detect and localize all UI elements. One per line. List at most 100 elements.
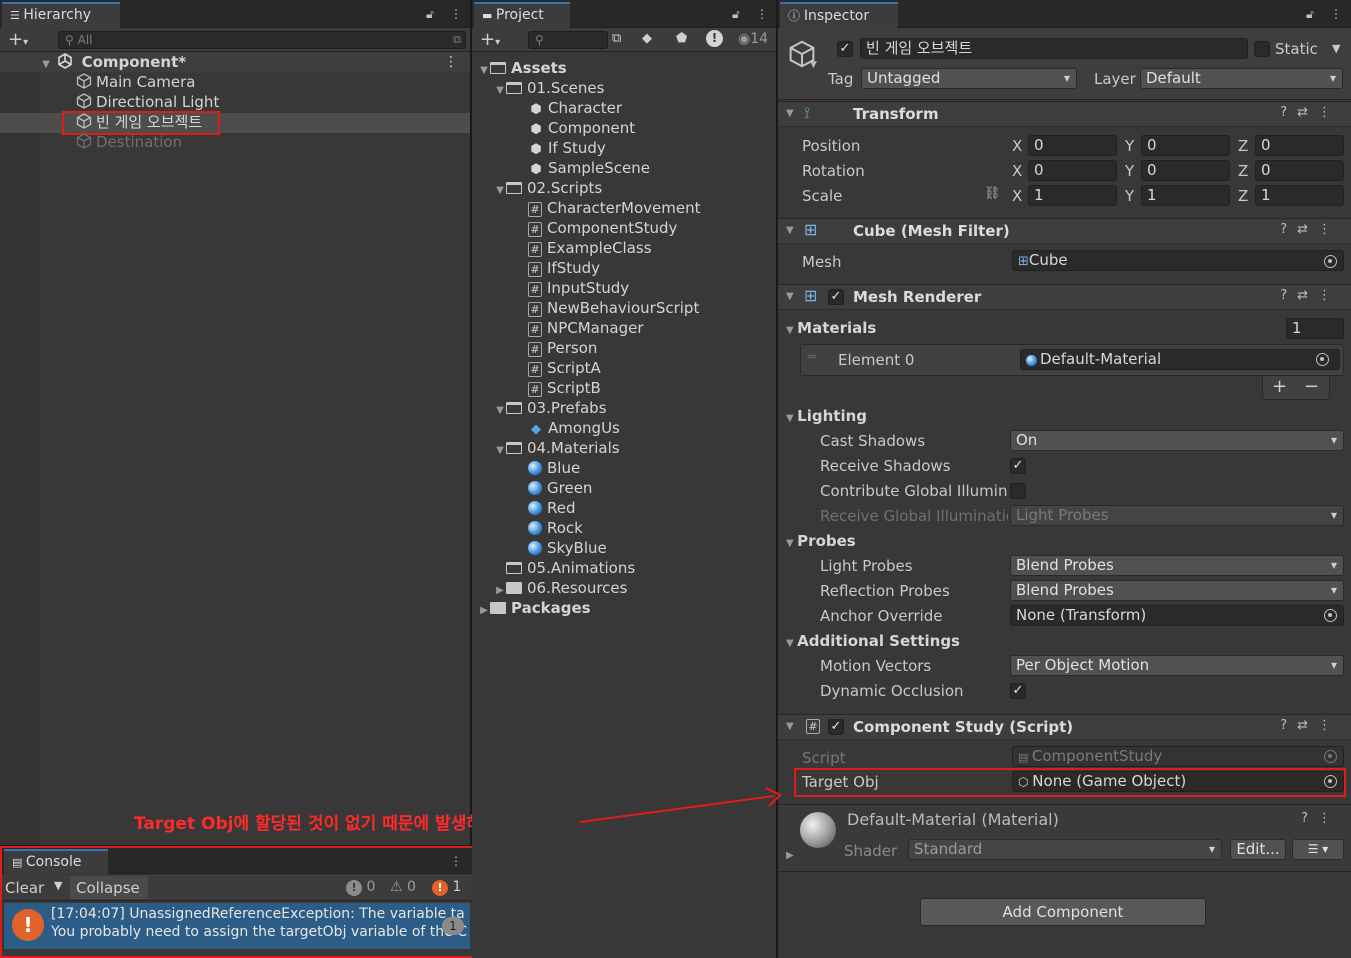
rotation-z-field[interactable]: 0 [1255,160,1344,181]
tab-inspector[interactable]: ⓘ Inspector [780,2,898,28]
folder-animations[interactable]: 05.Animations [494,558,635,578]
project-lock-icon[interactable]: 🔓︎ [732,7,740,22]
label-icon[interactable]: ⬟ [676,31,687,46]
mesh-object-field[interactable]: ⊞Cube [1012,250,1344,271]
expand-arrow-icon[interactable]: ▼ [40,55,52,75]
hierarchy-scene-row[interactable]: ▼ Component* ⋮ [0,52,470,72]
folder-materials[interactable]: ▼ 04.Materials [494,438,619,461]
search-filter-icon[interactable]: ⧉ [453,32,461,48]
project-search-input[interactable]: ⚲ [528,31,608,49]
expand-arrow-icon[interactable]: ▼ [494,181,506,201]
object-picker-icon[interactable] [1316,353,1329,366]
lighting-foldout[interactable]: ▼ Lighting [786,406,867,429]
active-checkbox[interactable]: ✓ [837,41,853,57]
project-more-icon[interactable]: ⋮ [756,7,768,21]
component-header-icons[interactable]: ?⇄⋮ [1280,718,1341,733]
foldout-arrow-icon[interactable]: ▼ [786,225,794,236]
transform-header[interactable]: ▼ ⟟ Transform ?⇄⋮ [778,101,1351,127]
script-item[interactable]: # CharacterMovement [528,198,701,218]
component-header-icons[interactable]: ?⇄⋮ [1280,222,1341,237]
additional-settings-foldout[interactable]: ▼ Additional Settings [786,631,960,654]
warnings-icon[interactable]: ! [706,30,723,47]
expand-arrow-icon[interactable]: ▼ [494,401,506,421]
motion-vectors-dropdown[interactable]: Per Object Motion [1010,655,1344,676]
hierarchy-search-input[interactable]: ⚲ All ⧉ [58,31,466,49]
material-item[interactable]: Blue [528,458,580,478]
scene-character[interactable]: ⬢ Character [528,98,622,118]
foldout-arrow-icon[interactable]: ▼ [786,721,794,732]
position-z-field[interactable]: 0 [1255,135,1344,156]
position-x-field[interactable]: 0 [1028,135,1117,156]
tag-dropdown[interactable]: Untagged [861,68,1077,89]
hierarchy-item-destination[interactable]: Destination [76,132,182,152]
script-item[interactable]: # InputStudy [528,278,629,298]
folder-assets[interactable]: ▼ Assets [478,58,567,78]
inspector-lock-icon[interactable]: 🔓︎ [1306,7,1314,22]
add-icon[interactable]: +▾ [8,29,28,50]
component-study-header[interactable]: ▼ # ✓ Component Study (Script) ?⇄⋮ [778,714,1351,740]
script-item[interactable]: # ScriptA [528,358,601,378]
static-checkbox[interactable] [1254,41,1270,57]
foldout-arrow-icon[interactable]: ▼ [786,291,794,302]
reflection-probes-dropdown[interactable]: Blend Probes [1010,580,1344,601]
shader-list-button[interactable]: ☰ ▾ [1292,839,1344,860]
layer-dropdown[interactable]: Default [1140,68,1343,89]
material-header-icons[interactable]: ?⋮ [1301,811,1341,826]
expand-arrow-icon[interactable]: ▼ [494,441,506,461]
material-item[interactable]: Green [528,478,592,498]
list-remove-button[interactable]: − [1304,376,1319,397]
materials-foldout[interactable]: ▼ Materials [786,318,876,341]
object-name-input[interactable]: 빈 게임 오브젝트 [860,38,1248,59]
material-foldout-icon[interactable]: ▶ [786,850,794,861]
scale-z-field[interactable]: 1 [1255,185,1344,206]
mesh-renderer-enabled-checkbox[interactable]: ✓ [828,289,844,305]
script-item[interactable]: # NewBehaviourScript [528,298,699,318]
filter-icon[interactable]: ◆ [642,31,652,46]
object-picker-icon[interactable] [1324,609,1337,622]
scene-component[interactable]: ⬢ Component [528,118,635,138]
element0-object-field[interactable]: Default-Material [1020,349,1340,370]
position-y-field[interactable]: 0 [1141,135,1230,156]
prefab-amongus[interactable]: ◆ AmongUs [528,418,620,438]
light-probes-dropdown[interactable]: Blend Probes [1010,555,1344,576]
scene-if-study[interactable]: ⬢ If Study [528,138,605,158]
dynamic-occlusion-checkbox[interactable]: ✓ [1010,683,1026,699]
more-menu-icon[interactable]: ⋮ [450,7,462,21]
constrain-proportions-icon[interactable]: ⛓ [984,186,1001,201]
expand-arrow-icon[interactable]: ▼ [478,61,490,81]
folder-scenes[interactable]: ▼ 01.Scenes [494,78,604,98]
folder-resources[interactable]: ▶ 06.Resources [494,578,627,598]
list-add-button[interactable]: + [1272,376,1287,397]
rotation-y-field[interactable]: 0 [1141,160,1230,181]
tab-project[interactable]: ▬ Project [474,2,570,28]
inspector-more-icon[interactable]: ⋮ [1330,7,1342,21]
probes-foldout[interactable]: ▼ Probes [786,531,856,554]
material-item[interactable]: Rock [528,518,583,538]
foldout-arrow-icon[interactable]: ▼ [786,108,794,119]
hidden-packages-toggle[interactable]: ◉14 [738,31,768,47]
scene-menu-icon[interactable]: ⋮ [444,52,458,72]
mesh-filter-header[interactable]: ▼ ⊞ Cube (Mesh Filter) ?⇄⋮ [778,218,1351,244]
scene-samplescene[interactable]: ⬢ SampleScene [528,158,650,178]
rotation-x-field[interactable]: 0 [1028,160,1117,181]
object-picker-icon[interactable] [1324,255,1337,268]
collapse-arrow-icon[interactable]: ▶ [478,601,490,621]
hierarchy-item-directional-light[interactable]: Directional Light [76,92,219,112]
shader-edit-button[interactable]: Edit... [1230,839,1286,860]
drag-handle-icon[interactable]: ═ [808,350,816,365]
script-item[interactable]: # IfStudy [528,258,600,278]
tab-hierarchy[interactable]: ☰ Hierarchy [2,2,120,28]
script-item[interactable]: # ScriptB [528,378,601,398]
script-item[interactable]: # Person [528,338,597,358]
script-enabled-checkbox[interactable]: ✓ [828,719,844,735]
material-item[interactable]: Red [528,498,576,518]
search-by-type-icon[interactable]: ⧉ [612,31,621,46]
script-item[interactable]: # NPCManager [528,318,644,338]
lock-icon[interactable]: 🔓︎ [426,7,434,22]
component-header-icons[interactable]: ?⇄⋮ [1280,105,1341,120]
icon-dropdown-arrow[interactable]: ▼ [810,60,817,70]
shader-dropdown[interactable]: Standard [908,839,1222,860]
script-item[interactable]: # ComponentStudy [528,218,677,238]
receive-shadows-checkbox[interactable]: ✓ [1010,458,1026,474]
add-component-button[interactable]: Add Component [920,898,1206,926]
